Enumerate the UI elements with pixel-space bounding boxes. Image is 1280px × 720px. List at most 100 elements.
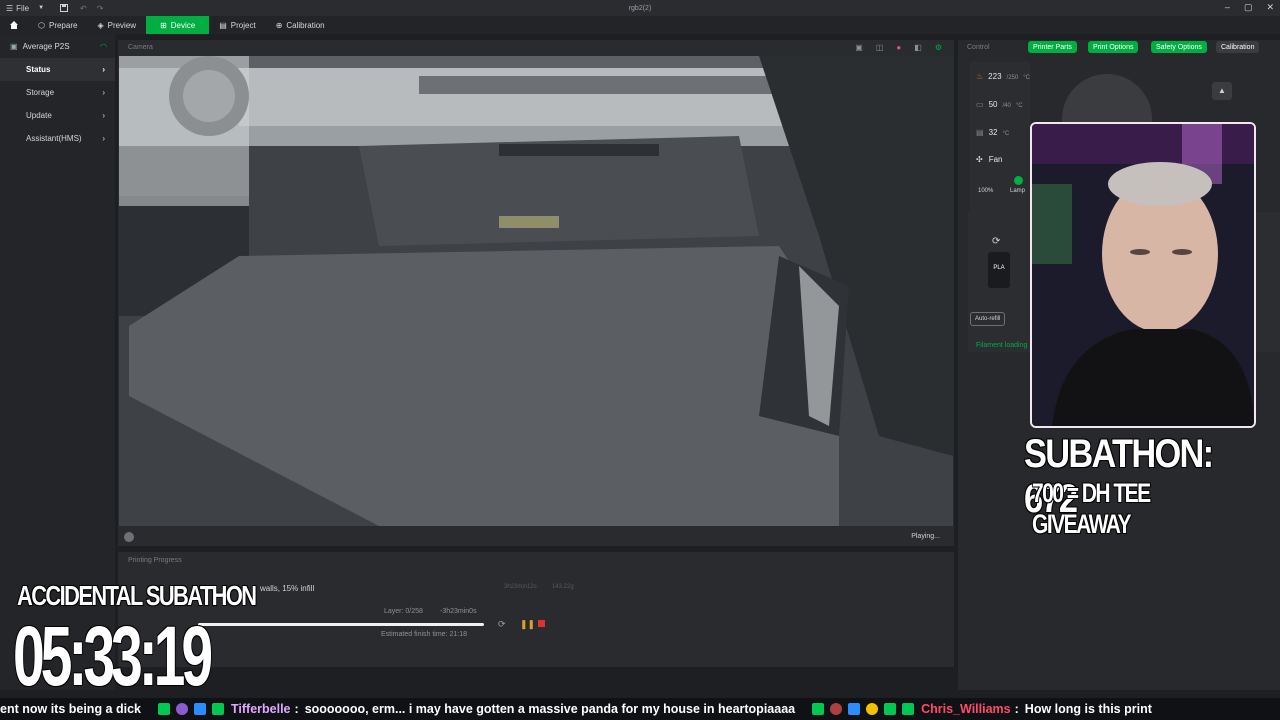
chat-message: ent now its being a dick <box>0 702 141 716</box>
chamber-temp: ▤ 32 °C <box>976 128 1010 137</box>
chat-message: sooooooo, erm... i may have gotten a mas… <box>304 702 796 716</box>
fan-control[interactable]: ✣ Fan <box>976 155 1003 164</box>
calibration-button[interactable]: Calibration <box>1216 41 1260 53</box>
camera-settings-icon[interactable]: ⚙ <box>935 43 942 52</box>
subathon-title: ACCIDENTAL SUBATHON <box>17 580 257 611</box>
chat-emote-icon <box>212 703 224 715</box>
tab-project[interactable]: ▤ Project <box>209 16 265 34</box>
lamp-label: Lamp <box>1010 188 1026 194</box>
record-icon[interactable]: ◫ <box>876 43 884 52</box>
control-header: Control <box>967 44 990 51</box>
printer-icon: ▣ <box>10 41 18 51</box>
layers-icon: ◈ <box>97 20 104 30</box>
nozzle-temp[interactable]: ♨ 223 /250 °C <box>976 72 1030 81</box>
chamber-icon: ▤ <box>976 128 984 137</box>
print-options-button[interactable]: Print Options <box>1088 41 1139 53</box>
tab-prepare[interactable]: ⬡ Prepare <box>28 16 87 34</box>
timelapse-icon[interactable]: ● <box>896 43 901 52</box>
chat-emote-icon <box>884 703 897 715</box>
chevron-right-icon: › <box>102 134 105 143</box>
undo-icon[interactable]: ↶ <box>80 4 87 13</box>
camera-status: Playing... <box>911 533 940 540</box>
subathon-timer: 05:33:19 <box>13 609 213 703</box>
snapshot-icon[interactable]: ▣ <box>855 43 863 52</box>
chat-username: Chris_Williams <box>921 702 1011 716</box>
chat-emote-icon <box>848 703 861 715</box>
chat-emote-icon <box>176 703 188 715</box>
device-icon: ⊞ <box>160 20 167 30</box>
streamer-image <box>1032 124 1254 426</box>
chat-emote-icon <box>830 703 843 715</box>
chevron-right-icon: › <box>102 65 105 74</box>
home-icon[interactable] <box>0 16 28 34</box>
nozzle-icon: ♨ <box>976 72 984 81</box>
chat-username: Tifferbelle <box>231 702 291 716</box>
chat-emote-icon <box>158 703 170 715</box>
camera-option-icon[interactable] <box>124 532 134 542</box>
camera-panel: Camera ▣ ◫ ● ◧ ⚙ Playing... <box>118 40 954 546</box>
chevron-right-icon: › <box>102 111 105 120</box>
camera-header: Camera <box>128 44 153 51</box>
cube-icon: ⬡ <box>38 20 45 30</box>
chat-emote-icon <box>194 703 206 715</box>
sidebar-item-update[interactable]: Update › <box>0 104 115 127</box>
weight-small: 143.22g <box>552 584 574 590</box>
filament-loading-label: Filament loading <box>976 342 1028 349</box>
stop-icon[interactable] <box>538 620 545 627</box>
fan-speed: 100% <box>978 188 994 194</box>
z-up-button[interactable]: ▲ <box>1212 82 1232 100</box>
target-icon: ⊕ <box>275 20 283 30</box>
main-tab-bar: ⬡ Prepare ◈ Preview ⊞ Device ▤ Project ⊕… <box>0 16 1280 34</box>
lamp-icon[interactable] <box>1014 176 1023 185</box>
document-icon: ▤ <box>219 20 227 30</box>
ams-refresh-icon[interactable]: ⟳ <box>992 236 1000 247</box>
chat-emote-icon <box>866 703 879 715</box>
sidebar-item-status[interactable]: Status › <box>0 58 115 81</box>
chevron-down-icon: ▼ <box>38 5 45 11</box>
chat-colon: : <box>1014 702 1019 716</box>
wifi-icon: ◠ <box>100 41 107 51</box>
progress-header: Printing Progress <box>128 557 182 564</box>
refresh-icon[interactable]: ⟳ <box>498 619 506 630</box>
redo-icon[interactable]: ↷ <box>97 4 104 13</box>
chat-emote-icon <box>812 703 825 715</box>
time-small: 3h23min12s <box>504 584 537 590</box>
job-description: walls, 15% infill <box>260 584 315 593</box>
progress-bar <box>198 623 484 626</box>
chat-message: How long is this print <box>1024 702 1152 716</box>
printer-parts-button[interactable]: Printer Parts <box>1028 41 1077 53</box>
remaining-time: -3h23min0s <box>440 608 477 615</box>
printer-selector[interactable]: ▣ Average P2S ◠ <box>0 34 115 58</box>
tab-preview[interactable]: ◈ Preview <box>87 16 146 34</box>
printer-interior-image <box>119 56 953 526</box>
close-icon[interactable]: ✕ <box>1266 2 1274 13</box>
camera-feed[interactable] <box>119 56 953 526</box>
layer-info: Layer: 0/258 <box>384 608 423 615</box>
minimize-icon[interactable]: – <box>1225 2 1230 13</box>
tab-device[interactable]: ⊞ Device <box>146 16 210 34</box>
pause-icon[interactable]: ❚❚ <box>520 619 535 630</box>
bed-temp[interactable]: ▭ 50 /40 °C <box>976 100 1023 109</box>
video-icon[interactable]: ◧ <box>914 43 922 52</box>
safety-options-button[interactable]: Safety Options <box>1151 41 1207 53</box>
ams-slot-1[interactable]: PLA <box>988 252 1010 288</box>
save-icon[interactable] <box>60 4 69 12</box>
hamburger-icon: ☰ <box>6 3 14 13</box>
window-title: rgb2(2) <box>628 4 652 12</box>
title-bar: ☰ File ▼ ↶ ↷ rgb2(2) – ▢ ✕ <box>0 0 1280 16</box>
sidebar-item-assistant[interactable]: Assistant(HMS) › <box>0 127 115 150</box>
auto-refill-button[interactable]: Auto-refill <box>970 312 1006 326</box>
file-menu[interactable]: ☰ File ▼ <box>6 4 44 13</box>
bed-icon: ▭ <box>976 100 984 109</box>
sidebar-item-storage[interactable]: Storage › <box>0 81 115 104</box>
maximize-icon[interactable]: ▢ <box>1244 2 1253 13</box>
chevron-right-icon: › <box>102 88 105 97</box>
chat-ticker: ent now its being a dick Tifferbelle : s… <box>0 698 1280 720</box>
giveaway-text: 700 = DH TEE GIVEAWAY <box>1032 478 1151 539</box>
chat-emote-icon <box>902 703 915 715</box>
fan-icon: ✣ <box>976 155 983 164</box>
tab-calibration[interactable]: ⊕ Calibration <box>266 16 335 34</box>
finish-time: Estimated finish time: 21:18 <box>381 631 467 638</box>
chat-colon: : <box>294 702 299 716</box>
streamer-webcam <box>1030 122 1256 428</box>
